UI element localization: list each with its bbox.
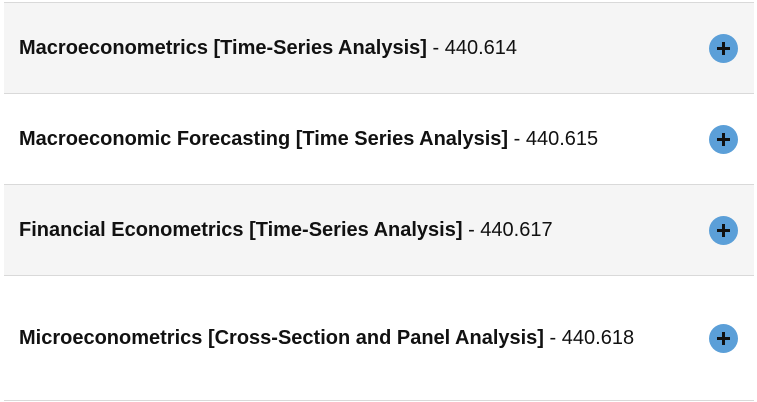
course-separator: -	[432, 37, 440, 59]
course-code: 440.617	[480, 219, 553, 241]
course-separator: -	[549, 327, 557, 349]
accordion-item-title: Macroeconometrics [Time-Series Analysis]…	[19, 32, 517, 64]
accordion-item-title: Financial Econometrics [Time-Series Anal…	[19, 214, 553, 246]
accordion-item-microeconometrics[interactable]: Microeconometrics [Cross-Section and Pan…	[4, 276, 754, 401]
course-name: Macroeconometrics [Time-Series Analysis]	[19, 37, 427, 59]
course-code: 440.618	[561, 327, 635, 349]
accordion-item-financial-econometrics[interactable]: Financial Econometrics [Time-Series Anal…	[4, 185, 754, 276]
course-separator: -	[513, 128, 521, 150]
course-name: Microeconometrics [Cross-Section and Pan…	[19, 327, 544, 349]
expand-button[interactable]	[709, 34, 738, 63]
accordion-item-title: Microeconometrics [Cross-Section and Pan…	[19, 322, 634, 354]
course-separator: -	[468, 219, 475, 241]
expand-button[interactable]	[709, 324, 738, 353]
plus-icon	[717, 133, 730, 146]
plus-icon	[717, 332, 730, 345]
accordion-item-macroeconomic-forecasting[interactable]: Macroeconomic Forecasting [Time Series A…	[4, 94, 754, 185]
course-name: Financial Econometrics [Time-Series Anal…	[19, 219, 463, 241]
expand-button[interactable]	[709, 216, 738, 245]
plus-icon	[717, 224, 730, 237]
course-code: 440.614	[444, 37, 518, 59]
course-name: Macroeconomic Forecasting [Time Series A…	[19, 128, 509, 150]
course-accordion: Macroeconometrics [Time-Series Analysis]…	[4, 2, 754, 401]
plus-icon	[717, 42, 730, 55]
course-code: 440.615	[525, 128, 599, 150]
accordion-item-title: Macroeconomic Forecasting [Time Series A…	[19, 123, 598, 155]
accordion-item-macroeconometrics[interactable]: Macroeconometrics [Time-Series Analysis]…	[4, 3, 754, 94]
expand-button[interactable]	[709, 125, 738, 154]
